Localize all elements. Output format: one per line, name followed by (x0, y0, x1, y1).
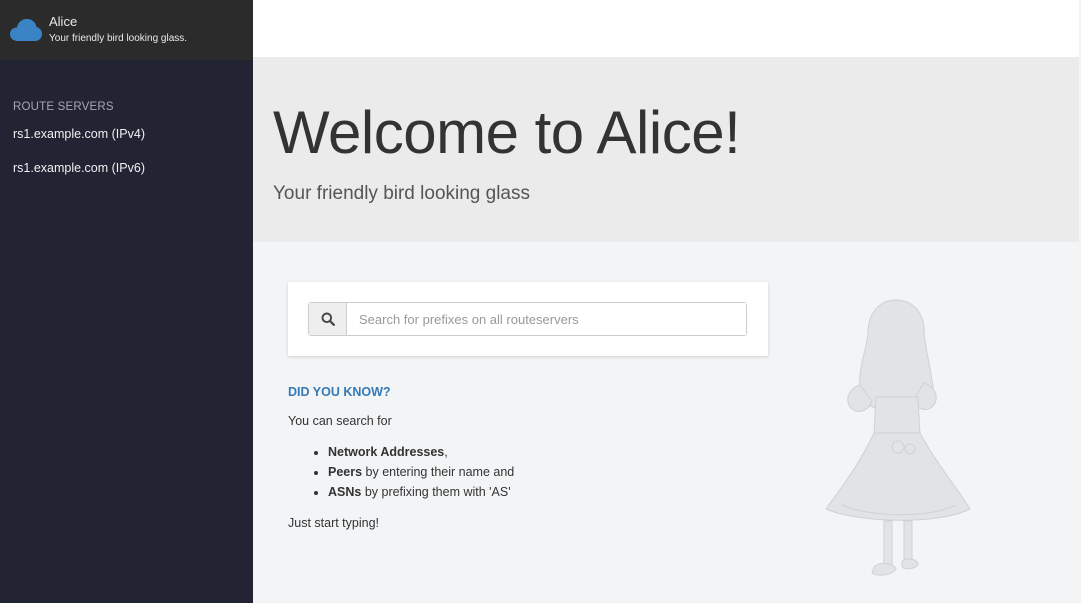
route-server-list: rs1.example.com (IPv4) rs1.example.com (… (0, 123, 253, 191)
main-content: Welcome to Alice! Your friendly bird loo… (253, 0, 1079, 603)
brand-text: Alice Your friendly bird looking glass. (49, 14, 187, 46)
did-you-know-outro: Just start typing! (288, 516, 380, 530)
tip-text: , (444, 445, 448, 459)
brand-header[interactable]: Alice Your friendly bird looking glass. (0, 0, 253, 60)
tip-text: by prefixing them with 'AS' (361, 485, 511, 499)
did-you-know-heading: DID YOU KNOW? (288, 385, 391, 399)
brand-tagline: Your friendly bird looking glass. (49, 33, 188, 44)
search-icon (321, 312, 335, 326)
list-item: Network Addresses, (328, 442, 768, 462)
page-title: Welcome to Alice! (273, 99, 741, 166)
did-you-know-panel: DID YOU KNOW? You can search for Network… (288, 385, 768, 530)
route-server-ipv4-link[interactable]: rs1.example.com (IPv4) (0, 123, 253, 157)
search-tips-list: Network Addresses, Peers by entering the… (328, 442, 768, 502)
tip-keyword: Network Addresses (328, 445, 445, 459)
search-section: DID YOU KNOW? You can search for Network… (253, 242, 1079, 603)
sidebar: Alice Your friendly bird looking glass. … (0, 0, 253, 603)
search-icon-addon (309, 303, 347, 335)
search-card (288, 282, 768, 356)
welcome-banner: Welcome to Alice! Your friendly bird loo… (253, 57, 1079, 242)
tip-keyword: ASNs (328, 485, 362, 499)
top-bar (253, 0, 1079, 57)
tip-keyword: Peers (328, 465, 363, 479)
tip-text: by entering their name and (362, 465, 515, 479)
search-input[interactable] (347, 303, 746, 335)
alice-illustration (825, 299, 971, 576)
page-subtitle: Your friendly bird looking glass (273, 183, 531, 204)
route-server-ipv6-link[interactable]: rs1.example.com (IPv6) (0, 157, 253, 191)
brand-title: Alice (49, 14, 78, 29)
list-item: Peers by entering their name and (328, 462, 768, 482)
route-servers-heading: ROUTE SERVERS (13, 101, 114, 113)
did-you-know-intro: You can search for (288, 414, 392, 428)
search-input-group (308, 302, 747, 336)
cloud-icon (10, 19, 42, 41)
list-item: ASNs by prefixing them with 'AS' (328, 482, 768, 502)
